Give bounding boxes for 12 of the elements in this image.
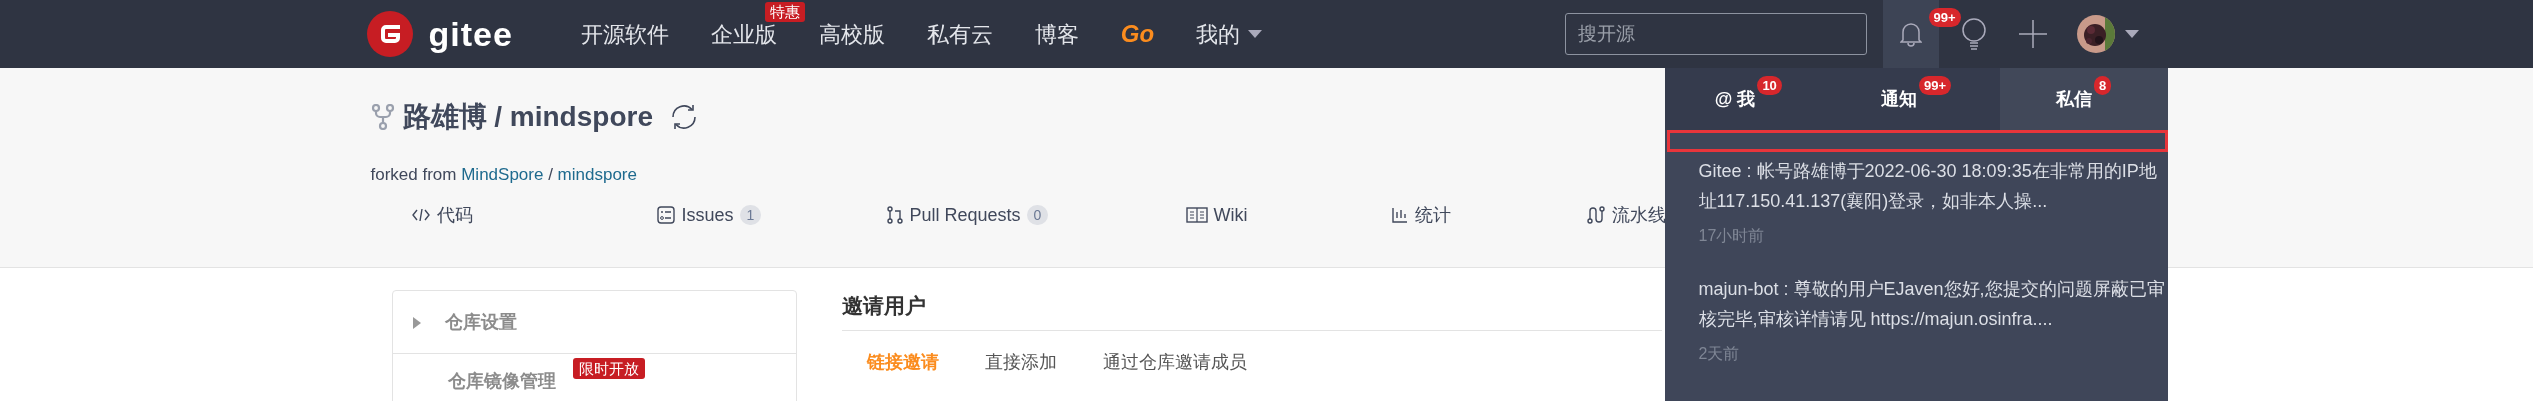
- section-title: 邀请用户: [841, 294, 926, 317]
- count-badge: 8: [2094, 75, 2112, 95]
- message-time: 17小时前: [1698, 226, 1766, 246]
- repo-title: 路雄博 / mindspore: [402, 100, 653, 134]
- message-time: 2天前: [1698, 344, 1741, 364]
- count-badge: 99+: [1918, 75, 1952, 95]
- promo-badge: 特惠: [764, 1, 805, 22]
- count-badge: 0: [1026, 205, 1049, 225]
- count-badge: 10: [1757, 75, 1782, 95]
- count-badge: 1: [739, 205, 762, 225]
- menu-label: 我的: [1196, 20, 1241, 49]
- limited-badge: 限时开放: [572, 358, 645, 379]
